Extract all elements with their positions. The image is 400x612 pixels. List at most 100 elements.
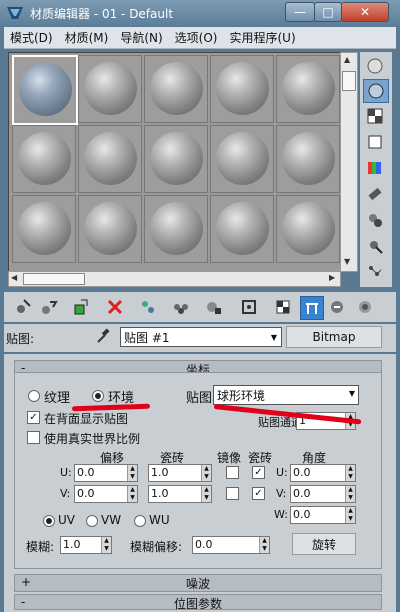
blur-label: 模糊: xyxy=(26,540,55,554)
vw-radio[interactable] xyxy=(86,515,98,527)
v-angle-label: V: xyxy=(276,487,287,500)
pick-material-button[interactable] xyxy=(96,328,110,344)
make-preview-button[interactable] xyxy=(363,183,387,205)
wu-label: WU xyxy=(149,513,170,527)
scroll-thumb[interactable] xyxy=(342,71,356,91)
scroll-down-icon[interactable]: ▼ xyxy=(344,257,350,266)
spinner-arrows-icon[interactable]: ▲ ▼ xyxy=(259,537,269,553)
v-tiling-spinner[interactable]: 1.0 ▲ ▼ xyxy=(148,485,212,503)
u-angle-spinner[interactable]: 0.0 ▲ ▼ xyxy=(290,464,356,482)
blur-spinner[interactable]: 1.0 ▲ ▼ xyxy=(60,536,112,554)
minimize-button[interactable]: — xyxy=(285,2,315,22)
make-unique-button[interactable] xyxy=(137,296,159,318)
map-type-button[interactable]: Bitmap xyxy=(286,326,382,348)
v-tile-checkbox[interactable]: ✓ xyxy=(252,487,265,500)
go-to-parent-button[interactable] xyxy=(300,296,324,320)
sample-slot[interactable] xyxy=(78,125,142,193)
u-tile-checkbox[interactable]: ✓ xyxy=(252,466,265,479)
menu-bar: 模式(D) 材质(M) 导航(N) 选项(O) 实用程序(U) xyxy=(4,27,396,49)
spinner-arrows-icon[interactable]: ▲ ▼ xyxy=(127,465,137,481)
sample-slot[interactable] xyxy=(12,55,78,125)
scroll-thumb[interactable] xyxy=(23,273,85,285)
real-world-scale-checkbox[interactable] xyxy=(27,431,40,444)
sample-slot[interactable] xyxy=(210,125,274,193)
scroll-right-icon[interactable]: ▶ xyxy=(329,273,335,282)
sample-vertical-scrollbar[interactable]: ▲ ▼ xyxy=(340,52,358,272)
u-mirror-checkbox[interactable] xyxy=(226,466,239,479)
v-offset-spinner[interactable]: 0.0 ▲ ▼ xyxy=(74,485,138,503)
sample-slot[interactable] xyxy=(144,125,208,193)
sample-slot[interactable] xyxy=(12,195,76,263)
sample-slot[interactable] xyxy=(210,55,274,123)
put-to-scene-button[interactable] xyxy=(38,296,60,318)
menu-modes[interactable]: 模式(D) xyxy=(4,29,59,46)
show-in-viewport-button[interactable] xyxy=(238,296,260,318)
mapping-value: 球形环境 xyxy=(217,389,266,403)
sample-slot[interactable] xyxy=(276,195,340,263)
background-button[interactable] xyxy=(363,105,387,127)
get-material-button[interactable] xyxy=(12,296,34,318)
material-preview-sphere xyxy=(216,62,269,115)
environ-radio[interactable] xyxy=(92,390,104,402)
sample-slot[interactable] xyxy=(144,195,208,263)
menu-material[interactable]: 材质(M) xyxy=(59,29,115,46)
spinner-arrows-icon[interactable]: ▲ ▼ xyxy=(345,465,355,481)
sample-slot[interactable] xyxy=(276,55,340,123)
v-mirror-checkbox[interactable] xyxy=(226,487,239,500)
video-color-check-button[interactable] xyxy=(363,157,387,179)
u-offset-spinner[interactable]: 0.0 ▲ ▼ xyxy=(74,464,138,482)
chevron-down-icon[interactable]: ▼ xyxy=(267,328,281,346)
mapping-dropdown[interactable]: 球形环境 ▼ xyxy=(213,385,359,405)
rotate-button[interactable]: 旋转 xyxy=(292,533,356,555)
texture-label: 纹理 xyxy=(44,391,71,406)
select-by-material-button[interactable] xyxy=(363,235,387,257)
reset-map-button[interactable] xyxy=(104,296,126,318)
menu-options[interactable]: 选项(O) xyxy=(169,29,224,46)
noise-rollout-header[interactable]: + 噪波 xyxy=(14,574,382,592)
spinner-arrows-icon[interactable]: ▲ ▼ xyxy=(127,486,137,502)
u-tiling-spinner[interactable]: 1.0 ▲ ▼ xyxy=(148,464,212,482)
sample-slot[interactable] xyxy=(276,125,340,193)
spinner-arrows-icon[interactable]: ▲ ▼ xyxy=(201,486,211,502)
put-to-library-button[interactable] xyxy=(170,296,192,318)
go-forward-to-sibling-button[interactable] xyxy=(326,296,348,318)
map-name-row: 贴图: 贴图 #1 ▼ Bitmap xyxy=(4,324,396,352)
show-end-result-button[interactable] xyxy=(272,296,294,318)
sample-horizontal-scrollbar[interactable]: ◀ ▶ xyxy=(8,271,341,287)
w-angle-spinner[interactable]: 0.0 ▲ ▼ xyxy=(290,506,356,524)
material-effects-channel-button[interactable] xyxy=(202,296,224,318)
show-map-on-back-checkbox[interactable]: ✓ xyxy=(27,411,40,424)
spinner-arrows-icon[interactable]: ▲ ▼ xyxy=(345,507,355,523)
map-name-value: 贴图 #1 xyxy=(124,331,170,345)
wu-radio[interactable] xyxy=(134,515,146,527)
sample-slot[interactable] xyxy=(144,55,208,123)
scroll-up-icon[interactable]: ▲ xyxy=(344,55,350,64)
material-map-navigator-button[interactable] xyxy=(363,261,387,283)
spinner-arrows-icon[interactable]: ▲ ▼ xyxy=(201,465,211,481)
sample-slot[interactable] xyxy=(210,195,274,263)
background-toggle-button[interactable] xyxy=(354,296,376,318)
options-button[interactable] xyxy=(363,209,387,231)
texture-radio[interactable] xyxy=(28,390,40,402)
sample-slot[interactable] xyxy=(78,195,142,263)
spinner-arrows-icon[interactable]: ▲ ▼ xyxy=(101,537,111,553)
bitmap-params-rollout-header[interactable]: - 位图参数 xyxy=(14,594,382,611)
assign-to-selection-button[interactable] xyxy=(70,296,92,318)
uv-tiling-button[interactable] xyxy=(363,131,387,153)
menu-utilities[interactable]: 实用程序(U) xyxy=(223,29,301,46)
map-name-field[interactable]: 贴图 #1 ▼ xyxy=(120,327,282,347)
sample-slot[interactable] xyxy=(78,55,142,123)
blur-offset-spinner[interactable]: 0.0 ▲ ▼ xyxy=(192,536,270,554)
uv-radio[interactable] xyxy=(43,515,55,527)
backlight-button[interactable] xyxy=(363,79,389,103)
sample-slot[interactable] xyxy=(12,125,76,193)
blur-value: 1.0 xyxy=(63,538,81,551)
spinner-arrows-icon[interactable]: ▲ ▼ xyxy=(345,486,355,502)
scroll-left-icon[interactable]: ◀ xyxy=(11,273,17,282)
maximize-button[interactable]: □ xyxy=(314,2,342,22)
menu-navigation[interactable]: 导航(N) xyxy=(114,29,168,46)
close-button[interactable]: ✕ xyxy=(341,2,389,22)
close-icon: ✕ xyxy=(359,5,371,19)
v-angle-spinner[interactable]: 0.0 ▲ ▼ xyxy=(290,485,356,503)
sample-type-button[interactable] xyxy=(363,55,387,77)
